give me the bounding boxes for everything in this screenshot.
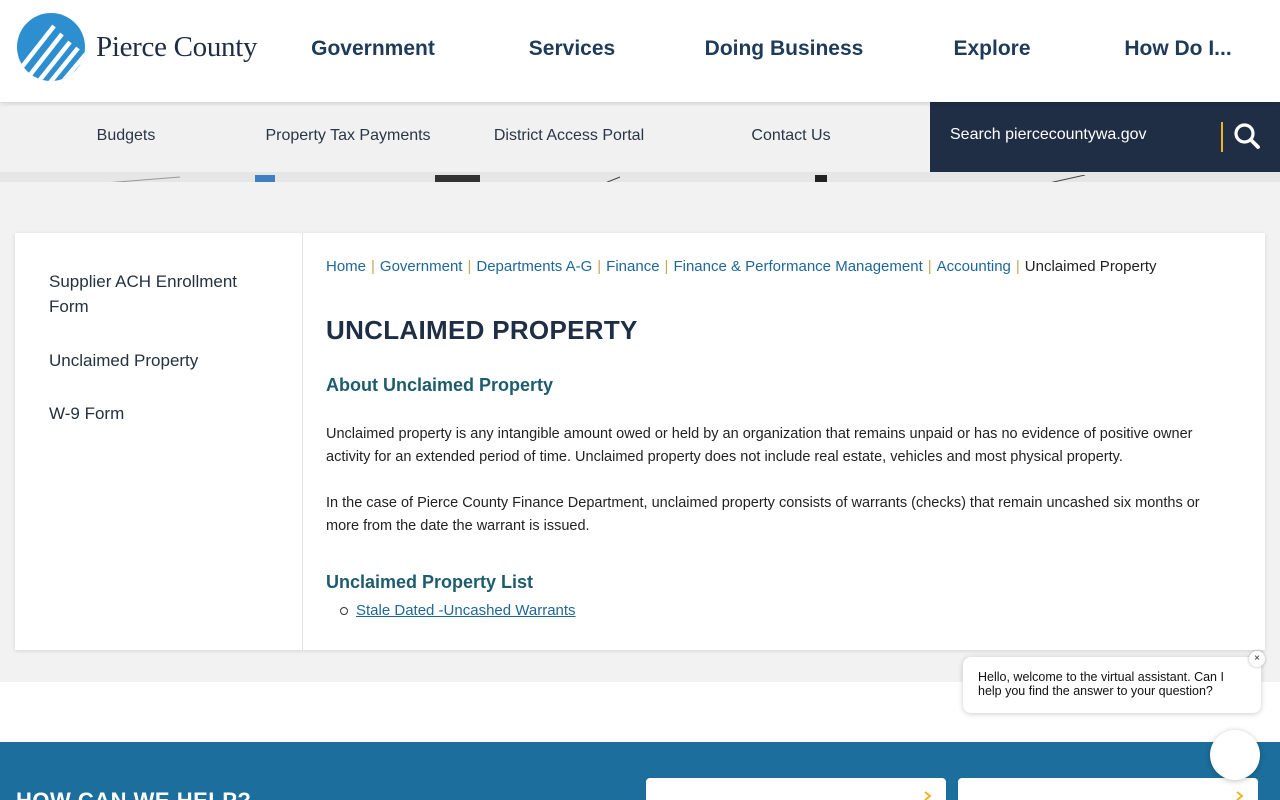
unclaimed-property-list: Stale Dated -Uncashed Warrants (340, 602, 576, 619)
breadcrumb-government[interactable]: Government (380, 258, 463, 275)
breadcrumb-separator: | (597, 258, 602, 275)
stale-dated-warrants-link[interactable]: Stale Dated -Uncashed Warrants (356, 602, 576, 619)
list-item: Stale Dated -Uncashed Warrants (340, 602, 576, 619)
site-logo[interactable]: Pierce County (16, 12, 258, 82)
breadcrumb-separator: | (371, 258, 375, 275)
chevron-right-icon (924, 791, 932, 800)
nav-services[interactable]: Services (529, 37, 615, 61)
search-icon (1234, 122, 1260, 149)
breadcrumb-separator: | (467, 258, 472, 275)
quick-link-budgets[interactable]: Budgets (97, 127, 156, 145)
sidebar-item-unclaimed-property[interactable]: Unclaimed Property (49, 348, 259, 373)
logo-text: Pierce County (96, 30, 258, 63)
footer-help-card-1[interactable] (646, 778, 946, 800)
breadcrumb-finance-performance-management[interactable]: Finance & Performance Management (673, 258, 922, 275)
footer-heading: HOW CAN WE HELP? (16, 788, 251, 800)
nav-government[interactable]: Government (311, 37, 435, 61)
quick-link-property-tax-payments[interactable]: Property Tax Payments (265, 127, 430, 145)
main-nav: Government Services Doing Business Explo… (290, 0, 1280, 102)
sidebar-nav: Supplier ACH Enrollment Form Unclaimed P… (15, 233, 303, 650)
breadcrumb-separator: | (1015, 258, 1020, 275)
search-button[interactable] (1230, 120, 1264, 154)
virtual-assistant-message: Hello, welcome to the virtual assistant.… (978, 670, 1224, 698)
virtual-assistant-popup[interactable]: Hello, welcome to the virtual assistant.… (963, 651, 1265, 713)
footer-help-section: HOW CAN WE HELP? (0, 742, 1280, 800)
breadcrumb-separator: | (927, 258, 932, 275)
search-input[interactable] (950, 126, 1210, 144)
about-paragraph-1: Unclaimed property is any intangible amo… (326, 426, 1193, 465)
footer-help-card-2[interactable] (958, 778, 1258, 800)
breadcrumb-current: Unclaimed Property (1024, 258, 1157, 275)
site-header: Pierce County Government Services Doing … (0, 0, 1280, 102)
breadcrumb-home[interactable]: Home (326, 258, 366, 275)
list-heading: Unclaimed Property List (326, 572, 534, 592)
breadcrumb-accounting[interactable]: Accounting (937, 258, 1011, 275)
breadcrumb-separator: | (664, 258, 669, 275)
banner-pattern (111, 174, 1086, 182)
nav-explore[interactable]: Explore (953, 37, 1030, 61)
about-paragraph-2: In the case of Pierce County Finance Dep… (326, 495, 1200, 534)
nav-how-do-i[interactable]: How Do I... (1124, 37, 1231, 61)
breadcrumb-departments-a-g[interactable]: Departments A-G (476, 258, 592, 275)
nav-doing-business[interactable]: Doing Business (705, 37, 864, 61)
quick-link-contact-us[interactable]: Contact Us (751, 127, 830, 145)
pierce-county-logo-icon (17, 13, 85, 81)
page-title: UNCLAIMED PROPERTY (326, 315, 638, 345)
close-icon[interactable]: × (1249, 651, 1265, 667)
quick-link-district-access-portal[interactable]: District Access Portal (494, 127, 644, 145)
sidebar-item-w9-form[interactable]: W-9 Form (49, 401, 259, 426)
breadcrumb-finance[interactable]: Finance (606, 258, 659, 275)
search-divider (1221, 122, 1223, 152)
chevron-right-icon (1236, 791, 1244, 800)
content-card: Supplier ACH Enrollment Form Unclaimed P… (15, 233, 1265, 650)
chat-launcher-button[interactable] (1210, 730, 1260, 780)
search-bar (930, 102, 1280, 172)
sidebar-item-supplier-ach-enrollment-form[interactable]: Supplier ACH Enrollment Form (49, 269, 259, 319)
header-banner-image (0, 172, 1280, 182)
about-heading: About Unclaimed Property (326, 375, 554, 395)
breadcrumb: Home | Government | Departments A-G | Finance |… (326, 258, 1157, 275)
quick-links-bar: Budgets Property Tax Payments District A… (0, 102, 930, 172)
